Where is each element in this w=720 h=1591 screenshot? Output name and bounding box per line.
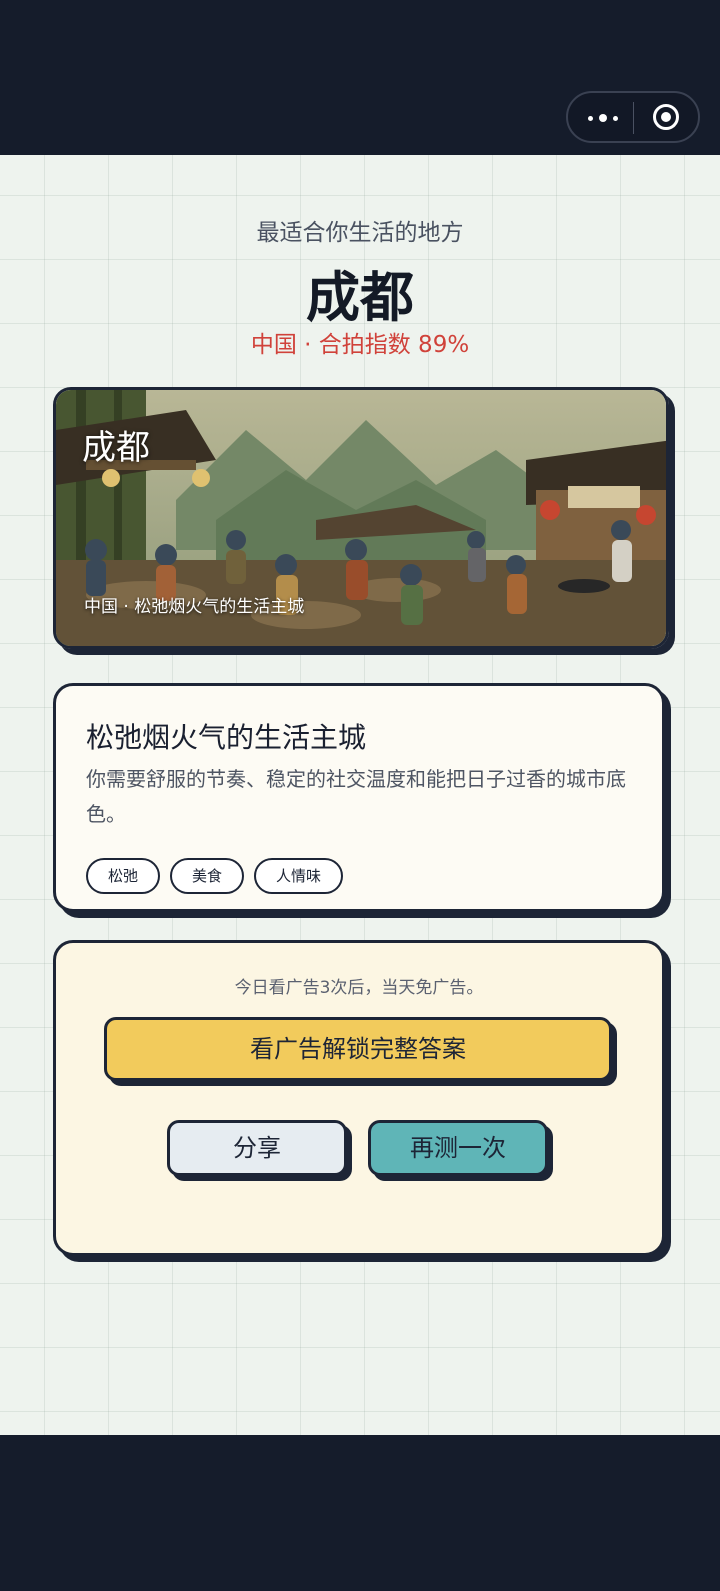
action-card: 今日看广告3次后，当天免广告。 看广告解锁完整答案 分享 再测一次 bbox=[53, 940, 665, 1256]
photo-caption: 中国 · 松弛烟火气的生活主城 bbox=[84, 597, 305, 617]
target-circle-icon[interactable] bbox=[653, 104, 679, 130]
description-card: 松弛烟火气的生活主城 你需要舒服的节奏、稳定的社交温度和能把日子过香的城市底色。… bbox=[53, 683, 665, 912]
miniprogram-capsule bbox=[566, 91, 700, 143]
result-subtitle: 最适合你生活的地方 bbox=[256, 220, 464, 246]
bottom-safe-area bbox=[0, 1435, 720, 1591]
result-city: 成都 bbox=[306, 266, 414, 329]
match-score: 中国 · 合拍指数 89% bbox=[250, 332, 470, 358]
share-button[interactable]: 分享 bbox=[167, 1120, 347, 1176]
tag-chip: 美食 bbox=[170, 858, 245, 894]
more-dots-icon[interactable] bbox=[586, 107, 626, 129]
capsule-divider bbox=[633, 102, 634, 134]
unlock-answer-button[interactable]: 看广告解锁完整答案 bbox=[104, 1017, 612, 1081]
tag-list: 松弛 美食 人情味 bbox=[86, 858, 344, 894]
description-title: 松弛烟火气的生活主城 bbox=[86, 721, 367, 754]
result-page: 最适合你生活的地方 成都 中国 · 合拍指数 89% 成都 中国 · 松弛烟火气… bbox=[0, 155, 720, 1435]
city-illustration: 成都 中国 · 松弛烟火气的生活主城 bbox=[53, 387, 669, 649]
tag-chip: 人情味 bbox=[254, 858, 344, 894]
tag-chip: 松弛 bbox=[86, 858, 161, 894]
ad-notice: 今日看广告3次后，当天免广告。 bbox=[234, 978, 484, 998]
description-text: 你需要舒服的节奏、稳定的社交温度和能把日子过香的城市底色。 bbox=[86, 767, 626, 826]
photo-city-title: 成都 bbox=[82, 428, 150, 468]
status-bar-area bbox=[0, 0, 720, 155]
retry-button[interactable]: 再测一次 bbox=[368, 1120, 548, 1176]
